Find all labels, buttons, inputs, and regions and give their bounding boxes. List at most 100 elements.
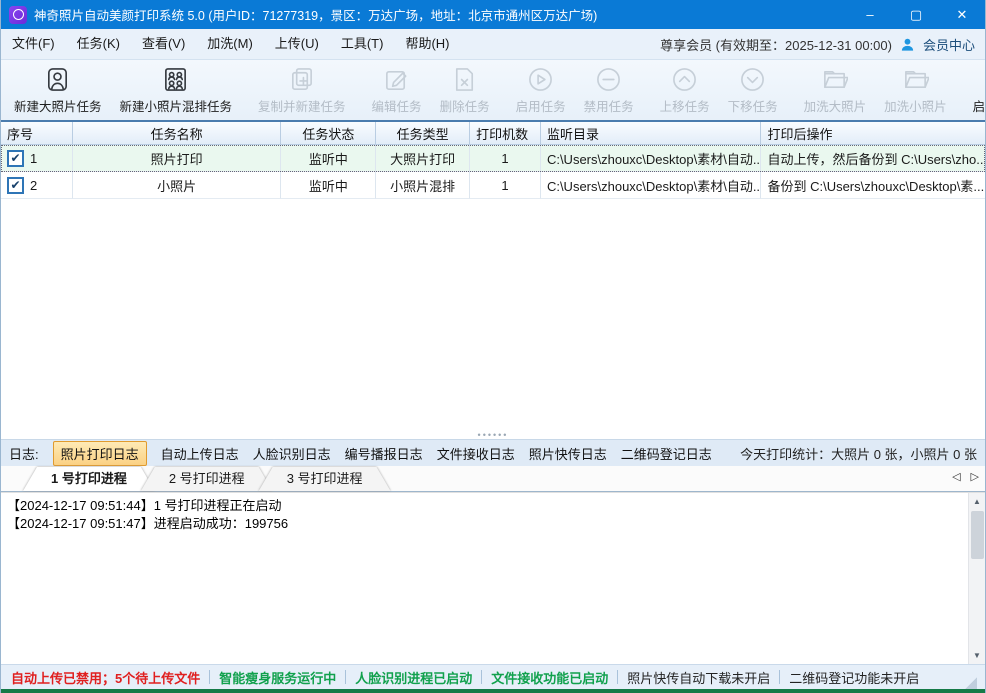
window-title: 神奇照片自动美颜打印系统 5.0 (用户ID：71277319，景区：万达广场，…	[34, 5, 597, 24]
bottom-edge-strip	[1, 689, 985, 693]
menu-task[interactable]: 任务(K)	[66, 29, 131, 59]
tab-scroll-left-icon[interactable]: ◁	[952, 470, 960, 483]
process-tab-strip: 1 号打印进程 2 号打印进程 3 号打印进程 ◁ ▷	[1, 466, 985, 492]
toolbar-button-label: 加洗大照片	[804, 96, 867, 115]
printer-count: 1	[470, 145, 541, 172]
close-button[interactable]: ✕	[939, 0, 985, 29]
status-bar: 自动上传已禁用；5个待上传文件 智能瘦身服务运行中 人脸识别进程已启动 文件接收…	[1, 664, 985, 689]
reprint-large-photo-button: 加洗大照片	[795, 60, 876, 120]
app-window: 神奇照片自动美颜打印系统 5.0 (用户ID：71277319，景区：万达广场，…	[0, 0, 986, 693]
menu-help[interactable]: 帮助(H)	[394, 29, 460, 59]
log-line: 【2024-12-17 09:51:44】1 号打印进程正在启动	[7, 497, 979, 515]
copy-create-task-icon	[288, 66, 315, 93]
move-up-task-button: 上移任务	[651, 60, 719, 120]
post-print-action: 自动上传，然后备份到 C:\Users\zho...	[761, 145, 985, 172]
log-tab-file-receive[interactable]: 文件接收日志	[437, 444, 515, 463]
table-empty-area	[1, 199, 985, 430]
log-tab-bar: 日志: 照片打印日志 自动上传日志 人脸识别日志 编号播报日志 文件接收日志 照…	[1, 440, 985, 466]
table-row[interactable]: ✔ 1 照片打印 监听中 大照片打印 1 C:\Users\zhouxc\Des…	[1, 145, 985, 172]
process-tab-2[interactable]: 2 号打印进程	[141, 467, 273, 491]
toolbar-button-label: 新建小照片混排任务	[120, 96, 233, 115]
task-status: 监听中	[281, 145, 376, 172]
log-label: 日志:	[9, 444, 39, 463]
reprint-small-photo-button: 加洗小照片	[875, 60, 956, 120]
column-header-post-action[interactable]: 打印后操作	[761, 122, 985, 144]
log-tab-auto-upload[interactable]: 自动上传日志	[161, 444, 239, 463]
status-qrcode-register: 二维码登记功能未开启	[780, 668, 928, 687]
log-view: 【2024-12-17 09:51:44】1 号打印进程正在启动 【2024-1…	[1, 492, 985, 664]
log-scrollbar[interactable]: ▲ ▼	[968, 493, 985, 664]
minimize-button[interactable]: –	[847, 0, 893, 29]
new-large-photo-task-button[interactable]: 新建大照片任务	[5, 60, 111, 120]
task-type: 大照片打印	[376, 145, 470, 172]
menu-file[interactable]: 文件(F)	[1, 29, 66, 59]
status-file-receive: 文件接收功能已启动	[482, 668, 617, 687]
menu-reprint[interactable]: 加洗(M)	[196, 29, 264, 59]
toolbar-button-label: 新建大照片任务	[14, 96, 102, 115]
log-tab-number-broadcast[interactable]: 编号播报日志	[345, 444, 423, 463]
status-face-recognition: 人脸识别进程已启动	[346, 668, 481, 687]
log-tab-photo-express[interactable]: 照片快传日志	[529, 444, 607, 463]
today-print-stats: 今天打印统计：大照片 0 张，小照片 0 张	[740, 444, 977, 463]
new-small-photo-mix-task-button[interactable]: 新建小照片混排任务	[111, 60, 242, 120]
title-bar: 神奇照片自动美颜打印系统 5.0 (用户ID：71277319，景区：万达广场，…	[1, 0, 985, 29]
toolbar-button-label: 下移任务	[728, 96, 778, 115]
move-down-task-icon	[739, 66, 766, 93]
menu-tools[interactable]: 工具(T)	[330, 29, 395, 59]
scroll-down-icon[interactable]: ▼	[969, 647, 986, 664]
process-tab-3[interactable]: 3 号打印进程	[259, 467, 391, 491]
scrollbar-thumb[interactable]	[971, 511, 984, 559]
column-header-type[interactable]: 任务类型	[376, 122, 470, 144]
tab-scroll-right-icon[interactable]: ▷	[971, 470, 979, 483]
maximize-button[interactable]: ▢	[893, 0, 939, 29]
toolbar-button-label: 启用任务	[516, 96, 566, 115]
toolbar-button-label: 启用自动上传	[973, 96, 986, 115]
membership-status: 尊享会员 (有效期至：2025-12-31 00:00)	[660, 35, 892, 54]
task-status: 监听中	[281, 172, 376, 199]
log-tab-photo-print[interactable]: 照片打印日志	[53, 441, 147, 466]
delete-task-button: 删除任务	[431, 60, 499, 120]
log-line: 【2024-12-17 09:51:47】进程启动成功：199756	[7, 515, 979, 533]
task-table-header: 序号 任务名称 任务状态 任务类型 打印机数 监听目录 打印后操作	[1, 122, 985, 145]
row-checkbox[interactable]: ✔	[7, 150, 24, 167]
printer-count: 1	[470, 172, 541, 199]
toolbar-button-label: 上移任务	[660, 96, 710, 115]
log-tab-face-recognition[interactable]: 人脸识别日志	[253, 444, 331, 463]
table-row[interactable]: ✔ 2 小照片 监听中 小照片混排 1 C:\Users\zhouxc\Desk…	[1, 172, 985, 199]
menu-upload[interactable]: 上传(U)	[264, 29, 330, 59]
status-auto-upload: 自动上传已禁用；5个待上传文件	[9, 668, 209, 687]
watch-directory: C:\Users\zhouxc\Desktop\素材\自动...	[541, 145, 762, 172]
menu-view[interactable]: 查看(V)	[131, 29, 196, 59]
column-header-name[interactable]: 任务名称	[73, 122, 282, 144]
new-small-photo-mix-task-icon	[162, 66, 189, 93]
post-print-action: 备份到 C:\Users\zhouxc\Desktop\素...	[761, 172, 985, 199]
scroll-up-icon[interactable]: ▲	[969, 493, 986, 510]
watch-directory: C:\Users\zhouxc\Desktop\素材\自动...	[541, 172, 762, 199]
column-header-watch-dir[interactable]: 监听目录	[541, 122, 762, 144]
splitter-handle[interactable]: ••••••	[1, 430, 985, 440]
app-logo-icon	[9, 6, 27, 24]
toolbar-button-label: 编辑任务	[372, 96, 422, 115]
reprint-large-photo-icon	[821, 66, 848, 93]
move-up-task-icon	[671, 66, 698, 93]
toolbar: 新建大照片任务 新建小照片混排任务 复制并新建任务 编辑任务 删除任务	[1, 60, 985, 122]
copy-create-task-button: 复制并新建任务	[249, 60, 355, 120]
resize-grip[interactable]	[965, 677, 977, 689]
enable-task-button: 启用任务	[507, 60, 575, 120]
enable-auto-upload-button[interactable]: 启用自动上传	[964, 60, 986, 120]
row-index: 2	[30, 178, 37, 193]
window-controls: – ▢ ✕	[847, 0, 985, 29]
enable-task-icon	[527, 66, 554, 93]
toolbar-button-label: 禁用任务	[584, 96, 634, 115]
task-name: 小照片	[73, 172, 282, 199]
column-header-index[interactable]: 序号	[1, 122, 73, 144]
member-center-link[interactable]: 会员中心	[923, 35, 975, 54]
task-type: 小照片混排	[376, 172, 470, 199]
delete-task-icon	[451, 66, 478, 93]
edit-task-button: 编辑任务	[363, 60, 431, 120]
column-header-status[interactable]: 任务状态	[281, 122, 376, 144]
log-tab-qrcode-register[interactable]: 二维码登记日志	[621, 444, 712, 463]
column-header-printers[interactable]: 打印机数	[470, 122, 541, 144]
row-checkbox[interactable]: ✔	[7, 177, 24, 194]
process-tab-1[interactable]: 1 号打印进程	[23, 467, 155, 491]
